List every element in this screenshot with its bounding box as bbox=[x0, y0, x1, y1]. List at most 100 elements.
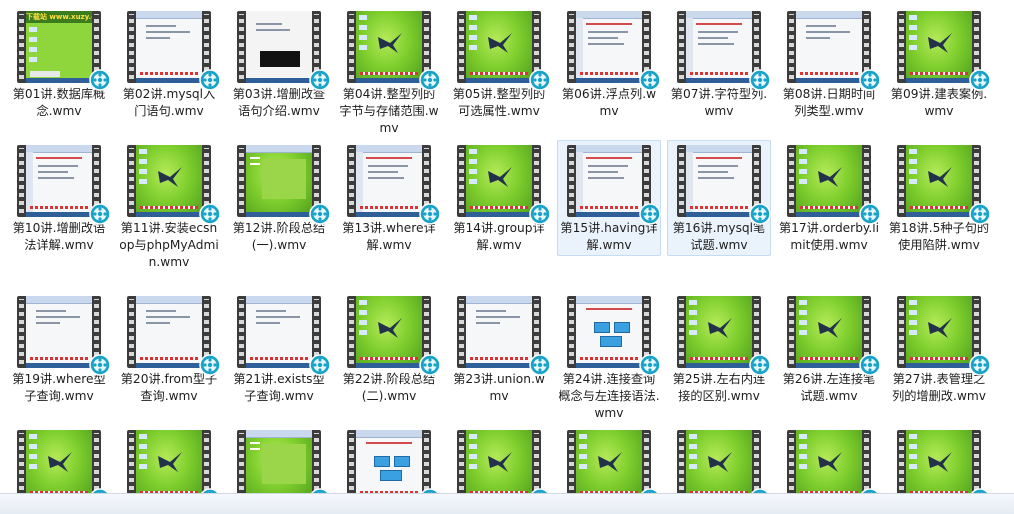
video-file-item[interactable]: 第21讲.exists型子查询.wmv bbox=[227, 291, 331, 406]
text-line bbox=[698, 177, 734, 179]
text-line bbox=[256, 322, 280, 324]
video-thumbnail[interactable] bbox=[457, 11, 551, 91]
text-line bbox=[38, 177, 74, 179]
video-file-item[interactable]: 第06讲.浮点列.wmv bbox=[557, 6, 661, 121]
text-line bbox=[368, 165, 408, 167]
video-thumbnail[interactable] bbox=[237, 11, 331, 91]
video-file-item[interactable] bbox=[337, 425, 441, 510]
text-line bbox=[698, 165, 738, 167]
frame-taskbar bbox=[466, 363, 532, 368]
video-file-item[interactable]: 第20讲.from型子查询.wmv bbox=[117, 291, 221, 406]
video-thumbnail[interactable] bbox=[347, 11, 441, 91]
media-player-badge-icon bbox=[89, 203, 111, 225]
video-file-item[interactable] bbox=[667, 425, 771, 510]
video-thumbnail[interactable] bbox=[457, 145, 551, 225]
video-file-item[interactable]: 第14讲.group详解.wmv bbox=[447, 140, 551, 255]
caption-strip bbox=[470, 206, 528, 209]
video-thumbnail[interactable] bbox=[897, 145, 991, 225]
film-strip-left bbox=[127, 14, 136, 80]
video-file-item[interactable]: 第18讲.5种子句的使用陷阱.wmv bbox=[887, 140, 991, 255]
video-file-item[interactable]: 第27讲.表管理之列的增删改.wmv bbox=[887, 291, 991, 406]
video-thumbnail[interactable] bbox=[787, 430, 881, 510]
video-thumbnail[interactable] bbox=[897, 430, 991, 510]
media-player-badge-icon bbox=[529, 69, 551, 91]
video-file-item[interactable]: 第02讲.mysql入门语句.wmv bbox=[117, 6, 221, 121]
video-file-item[interactable] bbox=[447, 425, 551, 510]
video-thumbnail[interactable] bbox=[567, 11, 661, 91]
file-name-label: 第05讲.整型列的可选属性.wmv bbox=[452, 87, 546, 118]
video-file-item[interactable]: 第03讲.增删改查语句介绍.wmv bbox=[227, 6, 331, 121]
video-thumbnail[interactable] bbox=[457, 296, 551, 376]
file-name-label: 第02讲.mysql入门语句.wmv bbox=[122, 87, 216, 118]
video-file-item[interactable] bbox=[557, 425, 661, 510]
video-file-item[interactable]: 第16讲.mysql笔试题.wmv bbox=[667, 140, 771, 256]
video-file-item[interactable]: 第26讲.左连接笔试题.wmv bbox=[777, 291, 881, 406]
video-thumbnail[interactable] bbox=[897, 11, 991, 91]
banner-title: 下载站 www.xuzy.com bbox=[26, 11, 92, 23]
video-thumbnail[interactable] bbox=[677, 296, 771, 376]
video-frame bbox=[246, 11, 312, 83]
film-strip-left bbox=[127, 299, 136, 365]
video-thumbnail[interactable]: 下载站 www.xuzy.com bbox=[17, 11, 111, 91]
video-thumbnail[interactable] bbox=[347, 145, 441, 225]
video-file-item[interactable]: 第07讲.字符型列.wmv bbox=[667, 6, 771, 121]
desktop-icons bbox=[469, 434, 477, 474]
video-thumbnail[interactable] bbox=[237, 430, 331, 510]
video-file-item[interactable]: 第08讲.日期时间列类型.wmv bbox=[777, 6, 881, 121]
text-line bbox=[250, 448, 260, 450]
video-file-item[interactable]: 第17讲.orderby.limit使用.wmv bbox=[777, 140, 881, 255]
text-line bbox=[36, 316, 80, 318]
video-thumbnail[interactable] bbox=[127, 430, 221, 510]
video-file-item[interactable]: 第25讲.左右内连接的区别.wmv bbox=[667, 291, 771, 406]
video-thumbnail[interactable] bbox=[17, 296, 111, 376]
video-thumbnail[interactable] bbox=[787, 296, 881, 376]
video-thumbnail[interactable] bbox=[567, 145, 661, 225]
video-file-item[interactable] bbox=[777, 425, 881, 510]
video-thumbnail[interactable] bbox=[127, 145, 221, 225]
video-file-item[interactable]: 第24讲.连接查询概念与左连接语法.wmv bbox=[557, 291, 661, 423]
video-thumbnail[interactable] bbox=[787, 145, 881, 225]
frame-taskbar bbox=[906, 78, 972, 83]
video-file-item[interactable]: 第22讲.阶段总结(二).wmv bbox=[337, 291, 441, 406]
video-thumbnail[interactable] bbox=[677, 145, 771, 225]
video-file-item[interactable] bbox=[117, 425, 221, 510]
text-line bbox=[146, 316, 190, 318]
video-thumbnail[interactable] bbox=[567, 430, 661, 510]
video-thumbnail[interactable] bbox=[17, 145, 111, 225]
video-thumbnail[interactable] bbox=[127, 11, 221, 91]
video-file-item[interactable]: 第12讲.阶段总结(一).wmv bbox=[227, 140, 331, 255]
video-thumbnail[interactable] bbox=[347, 430, 441, 510]
video-thumbnail[interactable] bbox=[127, 296, 221, 376]
video-thumbnail[interactable] bbox=[567, 296, 661, 376]
video-thumbnail[interactable] bbox=[17, 430, 111, 510]
video-file-item[interactable]: 第10讲.增删改语法详解.wmv bbox=[7, 140, 111, 255]
video-thumbnail[interactable] bbox=[897, 296, 991, 376]
video-file-item[interactable]: 第19讲.where型子查询.wmv bbox=[7, 291, 111, 406]
video-thumbnail[interactable] bbox=[787, 11, 881, 91]
video-file-item[interactable]: 第13讲.where详解.wmv bbox=[337, 140, 441, 255]
video-thumbnail[interactable] bbox=[677, 430, 771, 510]
video-thumbnail[interactable] bbox=[347, 296, 441, 376]
text-line bbox=[588, 43, 624, 45]
video-file-item[interactable]: 第04讲.整型列的字节与存储范围.wmv bbox=[337, 6, 441, 138]
video-file-item[interactable] bbox=[7, 425, 111, 510]
desktop-icons bbox=[799, 434, 807, 474]
film-strip-left bbox=[787, 14, 796, 80]
swallow-icon bbox=[708, 318, 732, 338]
video-thumbnail[interactable] bbox=[457, 430, 551, 510]
video-thumbnail[interactable] bbox=[677, 11, 771, 91]
video-file-item[interactable] bbox=[227, 425, 331, 510]
film-strip-left bbox=[17, 148, 26, 214]
video-file-item[interactable] bbox=[887, 425, 991, 510]
video-file-item[interactable]: 第09讲.建表案例.wmv bbox=[887, 6, 991, 121]
caption-strip bbox=[690, 72, 748, 75]
video-thumbnail[interactable] bbox=[237, 296, 331, 376]
video-file-item[interactable]: 下载站 www.xuzy.com 第01讲.数据库概念.wmv bbox=[7, 6, 111, 121]
video-file-item[interactable]: 第05讲.整型列的可选属性.wmv bbox=[447, 6, 551, 121]
swallow-icon bbox=[818, 167, 842, 187]
video-file-item[interactable]: 第23讲.union.wmv bbox=[447, 291, 551, 406]
video-file-item[interactable]: 第15讲.having详解.wmv bbox=[557, 140, 661, 256]
video-file-item[interactable]: 第11讲.安装ecshop与phpMyAdmin.wmv bbox=[117, 140, 221, 272]
video-thumbnail[interactable] bbox=[237, 145, 331, 225]
film-strip-left bbox=[347, 299, 356, 365]
